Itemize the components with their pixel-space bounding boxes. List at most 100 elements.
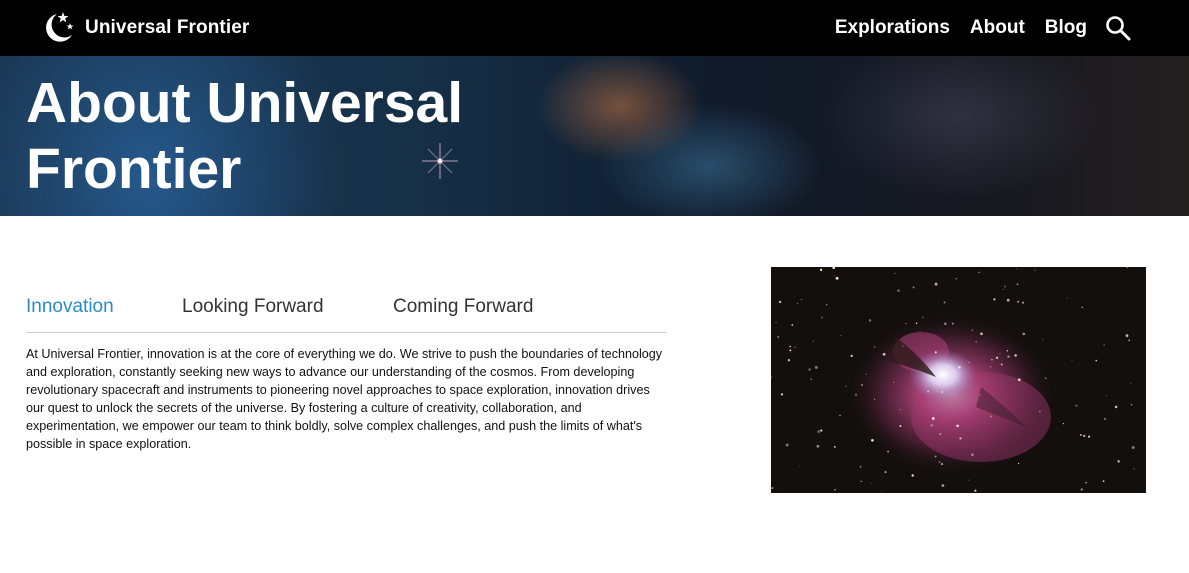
star — [944, 322, 947, 326]
brand-link[interactable]: Universal Frontier — [40, 10, 249, 46]
star — [871, 438, 874, 442]
star — [821, 316, 823, 319]
star — [1080, 488, 1084, 491]
star — [1017, 462, 1020, 465]
star — [839, 414, 841, 417]
star — [1117, 460, 1120, 463]
star — [771, 487, 774, 490]
star — [915, 322, 918, 325]
star — [989, 415, 992, 418]
star — [799, 465, 801, 467]
tab-coming-forward[interactable]: Coming Forward — [393, 296, 533, 318]
star — [946, 365, 948, 368]
star — [873, 345, 876, 348]
star — [884, 471, 887, 474]
star — [912, 286, 915, 289]
star — [1083, 434, 1086, 438]
nav-link-about[interactable]: About — [970, 17, 1025, 39]
star — [882, 352, 886, 356]
star — [833, 275, 835, 276]
star — [835, 276, 839, 280]
star — [968, 361, 970, 363]
star — [905, 322, 907, 325]
star — [897, 289, 900, 292]
star — [789, 349, 792, 352]
star — [956, 424, 959, 428]
nav-link-explorations[interactable]: Explorations — [835, 17, 950, 39]
tab-panel-text: At Universal Frontier, innovation is at … — [26, 347, 663, 452]
star — [990, 366, 992, 368]
star — [1104, 418, 1106, 420]
star — [934, 351, 937, 354]
star — [1021, 301, 1025, 304]
star — [1128, 339, 1131, 342]
star — [893, 381, 895, 383]
star — [934, 282, 938, 286]
star — [941, 463, 944, 466]
star — [936, 380, 938, 382]
star — [808, 368, 811, 371]
star — [999, 353, 1001, 355]
star — [870, 482, 872, 484]
star — [801, 298, 803, 301]
star — [1114, 405, 1118, 409]
star — [1085, 481, 1087, 484]
star — [1102, 480, 1105, 483]
star — [819, 268, 823, 272]
nav-link-blog[interactable]: Blog — [1045, 17, 1087, 39]
star — [919, 330, 921, 332]
star — [934, 455, 937, 458]
star — [959, 437, 962, 440]
star — [979, 394, 981, 396]
top-navigation-bar: Universal Frontier Explorations About Bl… — [0, 0, 1189, 56]
star — [860, 480, 862, 483]
star — [1105, 395, 1107, 396]
star — [995, 356, 999, 360]
star — [787, 359, 791, 362]
star — [810, 378, 813, 381]
star — [939, 433, 942, 435]
star — [1002, 289, 1004, 290]
star — [791, 324, 794, 326]
star — [941, 484, 945, 487]
star — [859, 465, 862, 468]
star — [1017, 378, 1021, 382]
star — [1131, 446, 1135, 449]
star — [980, 332, 983, 336]
star — [978, 271, 980, 274]
star — [1081, 306, 1084, 309]
star — [833, 445, 836, 448]
star — [1034, 269, 1036, 271]
search-button[interactable] — [1105, 14, 1133, 42]
star — [1062, 422, 1065, 425]
star — [951, 322, 954, 325]
star — [785, 443, 789, 447]
star — [974, 489, 977, 492]
star — [1125, 334, 1129, 337]
star — [789, 345, 791, 348]
star — [954, 393, 956, 395]
star — [940, 390, 944, 394]
star — [957, 365, 961, 369]
star — [991, 359, 993, 361]
star — [993, 298, 996, 301]
star — [868, 319, 872, 322]
star — [816, 444, 820, 448]
star — [812, 340, 814, 342]
star — [1022, 332, 1026, 336]
star — [931, 417, 935, 420]
star — [1079, 434, 1082, 436]
star — [930, 424, 934, 427]
hero-banner: About Universal Frontier — [0, 56, 1189, 216]
tab-looking-forward[interactable]: Looking Forward — [182, 296, 324, 318]
star — [899, 409, 901, 410]
star — [938, 461, 941, 464]
brand-name: Universal Frontier — [85, 17, 250, 38]
star — [1000, 363, 1003, 366]
star — [1071, 359, 1073, 361]
star — [1088, 435, 1091, 438]
star — [921, 316, 924, 319]
content-tabs: Innovation Looking Forward Coming Forwar… — [26, 292, 666, 333]
star — [1006, 298, 1010, 302]
tab-innovation[interactable]: Innovation — [26, 296, 114, 318]
